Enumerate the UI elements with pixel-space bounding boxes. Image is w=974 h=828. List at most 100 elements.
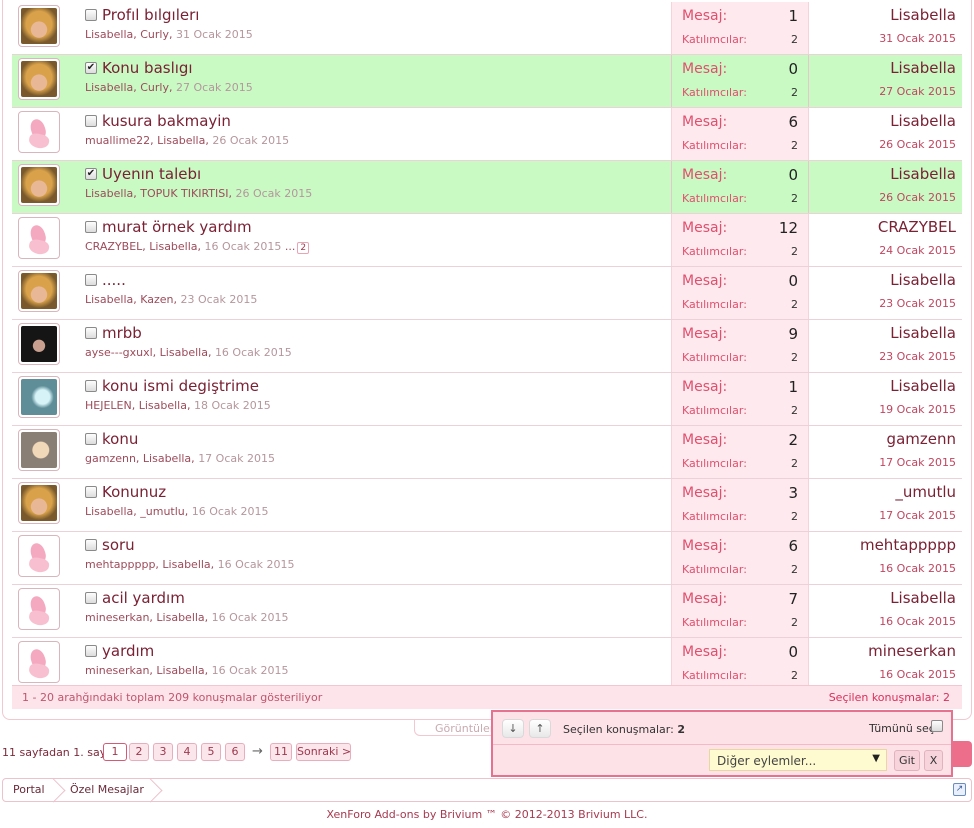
participants[interactable]: ayse---gxuxl, Lisabella, [85,346,211,359]
action-select[interactable]: Diğer eylemler... ▼ [709,749,887,771]
last-message-user[interactable]: mineserkan [868,642,956,660]
conversation-title[interactable]: Profıl bılgılerı [102,6,199,24]
conversation-row[interactable]: konu ismi degiştrime HEJELEN, Lisabella, … [12,373,962,426]
last-message-date[interactable]: 26 Ocak 2015 [879,191,956,204]
last-message-date[interactable]: 17 Ocak 2015 [879,509,956,522]
avatar[interactable] [18,5,60,47]
row-checkbox[interactable] [85,221,97,233]
scroll-up-button[interactable]: ↑ [529,719,551,738]
scroll-down-button[interactable]: ↓ [502,719,524,738]
page-button[interactable]: 6 [225,743,245,761]
last-message-date[interactable]: 27 Ocak 2015 [879,85,956,98]
close-overlay-button[interactable]: X [924,750,943,771]
page-button[interactable]: 5 [201,743,221,761]
conversation-row[interactable]: ✔ Konu baslıgı Lisabella, Curly, 27 Ocak 2… [12,55,962,108]
avatar[interactable] [18,535,60,577]
overlay-edge-button[interactable] [953,741,972,767]
row-checkbox[interactable] [85,539,97,551]
last-message-user[interactable]: Lisabella [890,59,956,77]
participants[interactable]: Lisabella, TOPUK TIKIRTISI, [85,187,232,200]
avatar[interactable] [18,111,60,153]
participants[interactable]: HEJELEN, Lisabella, [85,399,190,412]
last-message-user[interactable]: gamzenn [887,430,956,448]
conversation-title[interactable]: Konu baslıgı [102,59,193,77]
last-message-date[interactable]: 17 Ocak 2015 [879,456,956,469]
conversation-title[interactable]: konu ismi degiştrime [102,377,259,395]
breadcrumb-private-messages[interactable]: Özel Mesajlar [70,779,144,801]
avatar[interactable] [18,323,60,365]
last-message-date[interactable]: 16 Ocak 2015 [879,615,956,628]
last-message-user[interactable]: Lisabella [890,324,956,342]
conversation-row[interactable]: Konunuz Lisabella, _umutlu, 16 Ocak 2015 M… [12,479,962,532]
participants[interactable]: Lisabella, Curly, [85,81,173,94]
participants[interactable]: Lisabella, Kazen, [85,293,177,306]
last-message-user[interactable]: Lisabella [890,165,956,183]
avatar[interactable] [18,164,60,206]
copyright[interactable]: XenForo Add-ons by Brivium ™ © 2012-2013… [0,808,974,821]
conversation-title[interactable]: ..... [102,271,126,289]
avatar[interactable] [18,58,60,100]
jump-to-top-icon[interactable]: ↗ [953,783,966,796]
avatar[interactable] [18,641,60,683]
last-message-user[interactable]: CRAZYBEL [878,218,956,236]
conversation-row[interactable]: yardım mineserkan, Lisabella, 16 Ocak 201… [12,638,962,691]
conversation-title[interactable]: konu [102,430,138,448]
conversation-row[interactable]: murat örnek yardım CRAZYBEL, Lisabella, 1… [12,214,962,267]
conversation-title[interactable]: mrbb [102,324,142,342]
last-message-date[interactable]: 16 Ocak 2015 [879,668,956,681]
participants[interactable]: Lisabella, Curly, [85,28,173,41]
conversation-title[interactable]: acil yardım [102,589,185,607]
conversation-title[interactable]: kusura bakmayin [102,112,231,130]
conversation-title[interactable]: yardım [102,642,154,660]
last-message-date[interactable]: 26 Ocak 2015 [879,138,956,151]
last-message-date[interactable]: 23 Ocak 2015 [879,297,956,310]
row-checkbox[interactable] [85,380,97,392]
go-button[interactable]: Git [894,750,920,771]
last-message-user[interactable]: mehtappppp [860,536,956,554]
conversation-row[interactable]: mrbb ayse---gxuxl, Lisabella, 16 Ocak 201… [12,320,962,373]
page-button[interactable]: 3 [153,743,173,761]
avatar[interactable] [18,270,60,312]
row-checkbox[interactable] [85,486,97,498]
row-checkbox[interactable]: ✔ [85,168,97,180]
conversation-row[interactable]: ✔ Uyenın talebı Lisabella, TOPUK TIKIRTISI… [12,161,962,214]
last-message-user[interactable]: _umutlu [895,483,956,501]
participants[interactable]: mineserkan, Lisabella, [85,664,208,677]
conversation-row[interactable]: ..... Lisabella, Kazen, 23 Ocak 2015 Mesaj… [12,267,962,320]
conversation-row[interactable]: acil yardım mineserkan, Lisabella, 16 Oca… [12,585,962,638]
last-message-user[interactable]: Lisabella [890,589,956,607]
last-message-user[interactable]: Lisabella [890,377,956,395]
avatar[interactable] [18,217,60,259]
breadcrumb-portal[interactable]: Portal [13,779,45,801]
conversation-title[interactable]: soru [102,536,135,554]
row-checkbox[interactable] [85,592,97,604]
conversation-row[interactable]: konu gamzenn, Lisabella, 17 Ocak 2015 Mesa… [12,426,962,479]
last-message-user[interactable]: Lisabella [890,112,956,130]
row-checkbox[interactable] [85,327,97,339]
page-link[interactable]: 2 [297,242,310,254]
select-all-checkbox[interactable] [931,720,943,732]
page-button[interactable]: 1 [103,743,127,761]
page-button[interactable]: 4 [177,743,197,761]
next-page-button[interactable]: Sonraki > [296,743,351,761]
row-checkbox[interactable] [85,433,97,445]
conversation-row[interactable]: Profıl bılgılerı Lisabella, Curly, 31 Oca… [12,2,962,55]
last-page-button[interactable]: 11 [270,743,292,761]
avatar[interactable] [18,376,60,418]
participants[interactable]: CRAZYBEL, Lisabella, [85,240,201,253]
avatar[interactable] [18,588,60,630]
participants[interactable]: muallime22, Lisabella, [85,134,209,147]
participants[interactable]: mineserkan, Lisabella, [85,611,208,624]
participants[interactable]: gamzenn, Lisabella, [85,452,195,465]
last-message-user[interactable]: Lisabella [890,271,956,289]
conversation-title[interactable]: murat örnek yardım [102,218,252,236]
last-message-date[interactable]: 31 Ocak 2015 [879,32,956,45]
row-checkbox[interactable] [85,274,97,286]
row-checkbox[interactable] [85,9,97,21]
conversation-row[interactable]: kusura bakmayin muallime22, Lisabella, 26… [12,108,962,161]
row-checkbox[interactable]: ✔ [85,62,97,74]
last-message-date[interactable]: 19 Ocak 2015 [879,403,956,416]
conversation-title[interactable]: Konunuz [102,483,166,501]
row-checkbox[interactable] [85,645,97,657]
last-message-date[interactable]: 23 Ocak 2015 [879,350,956,363]
